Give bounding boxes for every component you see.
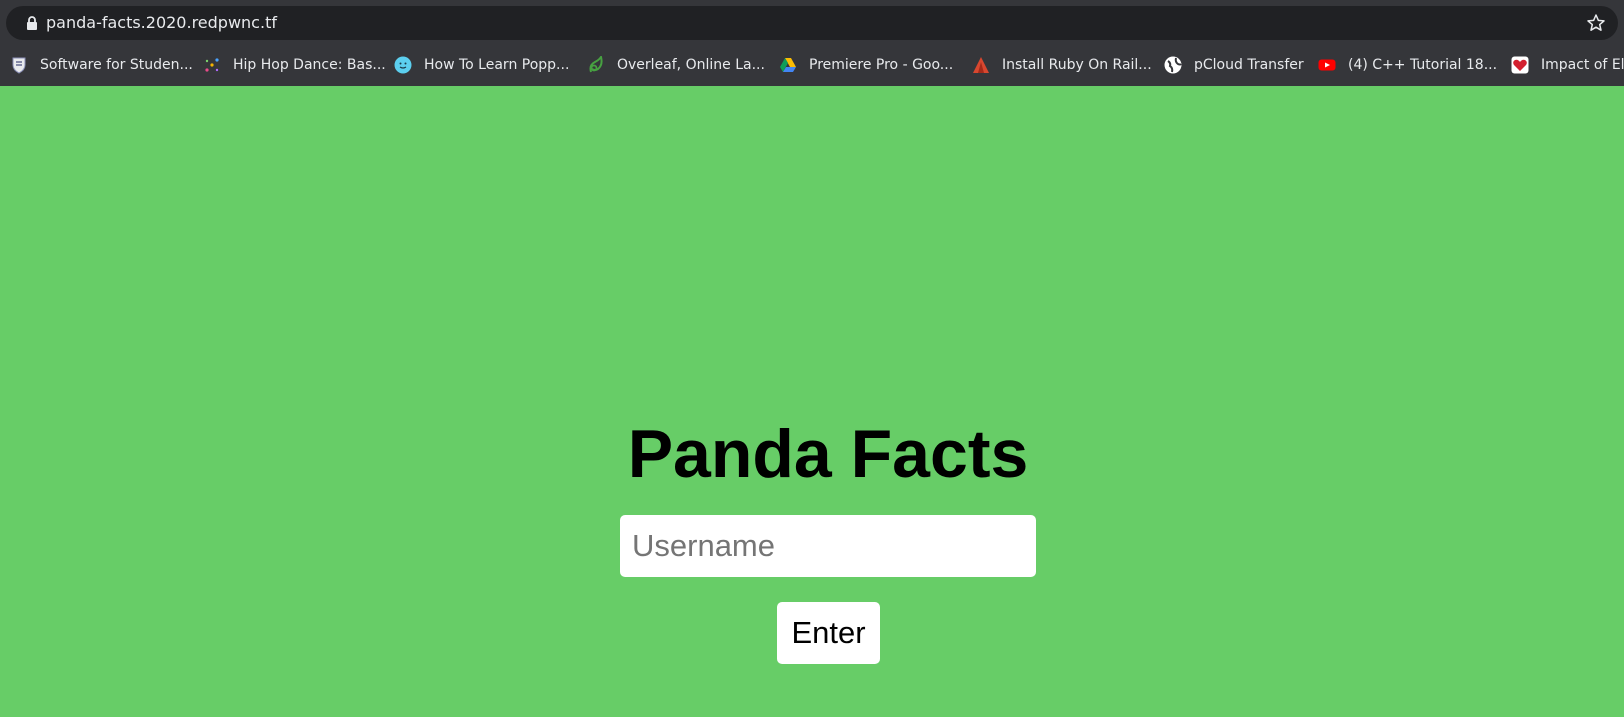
bookmark-label: How To Learn Popp... <box>424 57 570 73</box>
bookmark-cpp-tutorial[interactable]: (4) C++ Tutorial 18... <box>1318 52 1497 78</box>
leaf-icon <box>587 56 605 74</box>
bookmark-label: Software for Studen... <box>40 57 193 73</box>
bookmark-hip-hop-dance[interactable]: Hip Hop Dance: Bas... <box>203 52 386 78</box>
bookmark-label: Premiere Pro - Goo... <box>809 57 954 73</box>
bookmark-label: pCloud Transfer <box>1194 57 1304 73</box>
username-input[interactable] <box>620 515 1036 577</box>
bookmark-impact-of-ele[interactable]: Impact of Ele <box>1511 52 1624 78</box>
url-text[interactable]: panda-facts.2020.redpwnc.tf <box>46 13 277 33</box>
heart-icon <box>1511 56 1529 74</box>
address-bar[interactable]: panda-facts.2020.redpwnc.tf <box>6 6 1618 40</box>
enter-button[interactable]: Enter <box>777 602 880 664</box>
bookmark-label: Impact of Ele <box>1541 57 1624 73</box>
bookmark-software-for-students[interactable]: Software for Studen... <box>10 52 193 78</box>
bookmark-label: Install Ruby On Rail... <box>1002 57 1152 73</box>
bookmark-pcloud-transfer[interactable]: pCloud Transfer <box>1164 52 1304 78</box>
shield-crest-icon <box>10 56 28 74</box>
smiley-icon <box>394 56 412 74</box>
bookmark-premiere-pro[interactable]: Premiere Pro - Goo... <box>779 52 953 78</box>
youtube-icon <box>1318 56 1336 74</box>
triangle-logo-icon <box>972 56 990 74</box>
drive-icon <box>779 56 797 74</box>
browser-chrome: panda-facts.2020.redpwnc.tf Software for… <box>0 0 1624 86</box>
page-title: Panda Facts <box>627 416 1029 492</box>
globe-icon <box>1164 56 1182 74</box>
lock-icon <box>27 16 37 30</box>
bookmark-label: (4) C++ Tutorial 18... <box>1348 57 1498 73</box>
page-content: Panda Facts Enter <box>0 86 1624 717</box>
bookmark-label: Hip Hop Dance: Bas... <box>233 57 386 73</box>
bookmarks-bar: Software for Studen... Hip Hop Dance: Ba… <box>0 44 1624 86</box>
bookmark-label: Overleaf, Online La... <box>617 57 765 73</box>
bookmark-install-ruby-on-rails[interactable]: Install Ruby On Rail... <box>972 52 1152 78</box>
bookmark-star-icon[interactable] <box>1586 13 1606 33</box>
sparkle-icon <box>203 56 221 74</box>
bookmark-overleaf[interactable]: Overleaf, Online La... <box>587 52 765 78</box>
bookmark-how-to-learn-popping[interactable]: How To Learn Popp... <box>394 52 569 78</box>
